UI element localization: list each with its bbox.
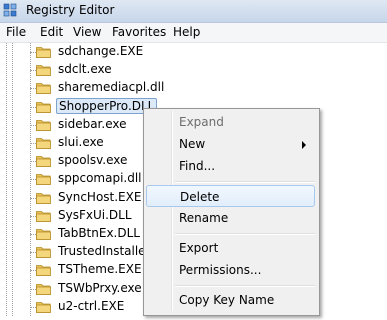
tree-item-label: spoolsv.exe [58, 153, 128, 167]
menu-favorites[interactable]: Favorites [112, 25, 166, 39]
menu-item-export[interactable]: Export [146, 237, 315, 259]
title-bar: Registry Editor [0, 0, 387, 23]
tree-guide-line [12, 43, 13, 316]
menu-item-find-label: Find... [179, 159, 216, 173]
tree-item-label: SyncHost.EXE [58, 190, 142, 204]
tree-item-label: sdclt.exe [58, 62, 112, 76]
menu-file[interactable]: File [6, 25, 26, 39]
tree-item-label: u2-ctrl.EXE [58, 299, 125, 313]
menu-item-delete[interactable]: Delete [146, 185, 315, 207]
menu-separator [175, 181, 315, 183]
menu-item-delete-label: Delete [180, 190, 220, 204]
tree-item-label: slui.exe [58, 135, 104, 149]
tree-item-label: sidebar.exe [58, 117, 127, 131]
tree-item-label: sdchange.EXE [58, 44, 144, 58]
folder-icon [36, 83, 51, 94]
folder-icon [36, 265, 51, 276]
folder-icon [36, 102, 51, 113]
menu-view[interactable]: View [73, 25, 101, 39]
folder-icon [36, 284, 51, 295]
folder-icon [36, 120, 51, 131]
folder-icon [36, 302, 51, 313]
menu-item-new-label: New [179, 137, 206, 151]
menu-item-expand-label: Expand [179, 115, 224, 129]
menu-item-rename[interactable]: Rename [146, 207, 315, 229]
tree-item-label: sharemediacpl.dll [58, 80, 165, 94]
menu-item-copy-key-name-label: Copy Key Name [179, 293, 275, 307]
registry-editor-icon [3, 3, 17, 17]
menu-separator [175, 233, 315, 235]
menu-separator [175, 285, 315, 287]
menu-item-rename-label: Rename [179, 211, 229, 225]
folder-icon [36, 247, 51, 258]
menu-item-permissions-label: Permissions... [179, 263, 262, 277]
menu-item-copy-key-name[interactable]: Copy Key Name [146, 289, 315, 311]
folder-icon [36, 156, 51, 167]
folder-icon [36, 211, 51, 222]
menu-item-export-label: Export [179, 241, 219, 255]
menu-item-find[interactable]: Find... [146, 155, 315, 177]
menu-help[interactable]: Help [173, 25, 200, 39]
menu-item-new[interactable]: New [146, 133, 315, 155]
folder-icon [36, 47, 51, 58]
tree-item-label: TSWbPrxy.exe [58, 281, 142, 295]
folder-icon [36, 65, 51, 76]
tree-item-label: SysFxUi.DLL [58, 208, 132, 222]
window-title: Registry Editor [26, 3, 115, 17]
tree-guide-line [6, 43, 7, 316]
context-menu: Expand New Find... Delete Rename Export … [143, 108, 320, 316]
submenu-arrow-icon [302, 141, 306, 149]
menu-edit[interactable]: Edit [40, 25, 63, 39]
folder-icon [36, 193, 51, 204]
folder-icon [36, 138, 51, 149]
folder-icon [36, 174, 51, 185]
tree-item-label: TabBtnEx.DLL [58, 226, 140, 240]
menu-item-expand[interactable]: Expand [146, 111, 315, 133]
menu-item-permissions[interactable]: Permissions... [146, 259, 315, 281]
tree-item-label: sppcomapi.dll [58, 171, 142, 185]
tree-item-label: TSTheme.EXE [58, 262, 142, 276]
folder-icon [36, 229, 51, 240]
menu-bar: File Edit View Favorites Help [0, 23, 387, 43]
